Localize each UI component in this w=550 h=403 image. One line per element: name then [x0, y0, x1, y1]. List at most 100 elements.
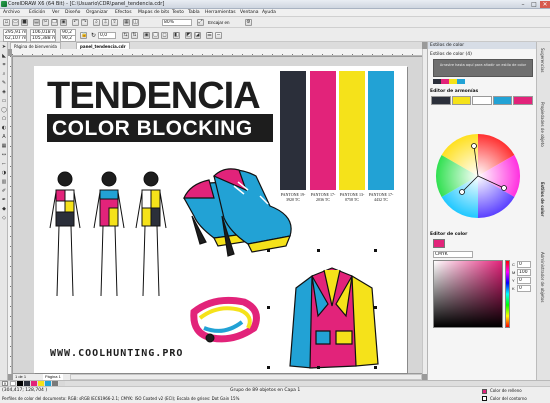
crop-tool-icon[interactable]: ⌗: [1, 62, 7, 68]
menu-tabla[interactable]: Tabla: [188, 10, 200, 15]
maximize-button[interactable]: □: [529, 1, 539, 8]
undo-icon[interactable]: ↶: [72, 19, 79, 26]
harmony-swatch[interactable]: [451, 96, 472, 105]
menu-ayuda[interactable]: Ayuda: [262, 10, 276, 15]
group-icon[interactable]: ▣: [143, 32, 150, 39]
color-model-select[interactable]: CMYK: [433, 251, 473, 258]
fill-tool-icon[interactable]: ◆: [1, 206, 7, 212]
to-back-icon[interactable]: ◪: [194, 32, 201, 39]
tab-document[interactable]: panel_tendencia.cdr: [76, 42, 130, 49]
welcome-screen-icon[interactable]: ◫: [132, 19, 139, 26]
side-tab-hints[interactable]: Sugerencias: [540, 48, 545, 72]
connector-tool-icon[interactable]: ⌐: [1, 161, 7, 167]
side-tab-object-properties[interactable]: Propiedades de objeto: [540, 102, 545, 147]
full-screen-icon[interactable]: ⤢: [197, 19, 204, 26]
polygon-tool-icon[interactable]: ⬠: [1, 116, 7, 122]
text-tool-icon[interactable]: A: [1, 134, 7, 140]
import-icon[interactable]: ⇩: [102, 19, 109, 26]
close-button[interactable]: ✕: [540, 1, 550, 8]
style-chip[interactable]: [449, 79, 457, 84]
paste-icon[interactable]: ▣: [60, 19, 67, 26]
menu-herramientas[interactable]: Herramientas: [205, 10, 236, 15]
rectangle-tool-icon[interactable]: ▭: [1, 98, 7, 104]
hue-slider[interactable]: [505, 260, 510, 328]
freehand-tool-icon[interactable]: ✎: [1, 80, 7, 86]
menu-mapas-de-bits[interactable]: Mapas de bits: [138, 10, 169, 15]
color-harmony-wheel[interactable]: [433, 131, 523, 221]
app-launcher-icon[interactable]: ▦: [123, 19, 130, 26]
pick-tool-icon[interactable]: ➤: [1, 44, 7, 50]
mirror-vertical-icon[interactable]: ⇅: [131, 32, 138, 39]
outline-color-indicator[interactable]: [482, 396, 487, 401]
drawing-workspace[interactable]: TENDENCIA COLOR BLOCKING PANTONE 19-3920…: [13, 57, 422, 373]
channel-m-field[interactable]: 100: [517, 269, 531, 276]
harmony-swatch[interactable]: [492, 96, 513, 105]
object-height-field[interactable]: 105,388 mm: [30, 35, 56, 42]
menu-organizar[interactable]: Organizar: [86, 10, 108, 15]
export-icon[interactable]: ⇧: [111, 19, 118, 26]
blend-tool-icon[interactable]: ◑: [1, 170, 7, 176]
align-distribute-icon[interactable]: ☰: [206, 32, 213, 39]
harmony-swatch[interactable]: [472, 96, 492, 105]
outline-width-icon[interactable]: ─: [215, 32, 222, 39]
new-document-icon[interactable]: ▫: [3, 19, 10, 26]
zoom-level-select[interactable]: 80%: [162, 19, 192, 26]
vertical-ruler[interactable]: [8, 56, 12, 374]
table-tool-icon[interactable]: ▦: [1, 143, 7, 149]
save-icon[interactable]: ■: [21, 19, 28, 26]
copy-icon[interactable]: ❐: [51, 19, 58, 26]
fill-color-indicator[interactable]: [482, 389, 487, 394]
mirror-horizontal-icon[interactable]: ⇆: [122, 32, 129, 39]
ungroup-all-icon[interactable]: ◻: [161, 32, 168, 39]
side-tab-color-styles[interactable]: Estilos de color: [540, 182, 545, 216]
transparency-tool-icon[interactable]: ▥: [1, 179, 7, 185]
style-chip[interactable]: [457, 79, 465, 84]
print-icon[interactable]: ▤: [33, 19, 40, 26]
redo-icon[interactable]: ↷: [81, 19, 88, 26]
drop-zone[interactable]: Arrastre hasta aquí para añadir un estil…: [433, 59, 533, 77]
open-icon[interactable]: ▭: [12, 19, 19, 26]
channel-y-field[interactable]: 0: [517, 277, 531, 284]
combine-icon[interactable]: ◧: [173, 32, 180, 39]
rotation-angle-field[interactable]: 0,0: [98, 32, 116, 39]
menu-efectos[interactable]: Efectos: [115, 10, 132, 15]
side-tab-object-manager[interactable]: Administrador de objetos: [540, 252, 545, 302]
scale-y-field[interactable]: 90,2: [60, 35, 76, 42]
ungroup-icon[interactable]: ▢: [152, 32, 159, 39]
outline-pen-icon[interactable]: ✒: [1, 197, 7, 203]
options-icon[interactable]: ⚙: [245, 19, 252, 26]
snap-to-dropdown[interactable]: Encajar en: [208, 20, 230, 25]
horizontal-ruler[interactable]: [12, 49, 422, 56]
to-front-icon[interactable]: ◩: [185, 32, 192, 39]
document-page[interactable]: TENDENCIA COLOR BLOCKING PANTONE 19-3920…: [34, 66, 407, 373]
ellipse-tool-icon[interactable]: ◯: [1, 107, 7, 113]
interactive-fill-icon[interactable]: ◇: [1, 215, 7, 221]
zoom-tool-icon[interactable]: ⌕: [1, 71, 7, 77]
style-chip[interactable]: [433, 79, 441, 84]
color-profile-status[interactable]: Perfiles de color del documento: RGB: sR…: [2, 396, 239, 401]
basic-shapes-icon[interactable]: ◐: [1, 125, 7, 131]
menu-archivo[interactable]: Archivo: [3, 10, 20, 15]
cut-icon[interactable]: ✂: [42, 19, 49, 26]
style-chip[interactable]: [441, 79, 449, 84]
channel-c-field[interactable]: 0: [517, 261, 531, 268]
website-url-text[interactable]: WWW.COOLHUNTING.PRO: [50, 348, 183, 359]
y-position-field[interactable]: 62,107 mm: [3, 35, 27, 42]
menu-ventana[interactable]: Ventana: [240, 10, 258, 15]
minimize-button[interactable]: –: [518, 1, 528, 8]
menu-diseno[interactable]: Diseño: [65, 10, 80, 15]
current-color-chip[interactable]: [433, 239, 445, 248]
shape-tool-icon[interactable]: ◣: [1, 53, 7, 59]
eyedropper-tool-icon[interactable]: ✐: [1, 188, 7, 194]
tab-welcome[interactable]: Página de bienvenida: [10, 42, 61, 49]
search-content-icon[interactable]: ⌕: [93, 19, 100, 26]
harmony-swatch[interactable]: [431, 96, 451, 105]
lock-ratio-icon[interactable]: 🔒: [80, 32, 87, 39]
smart-fill-icon[interactable]: ◈: [1, 89, 7, 95]
menu-edicion[interactable]: Edición: [29, 10, 45, 15]
menu-texto[interactable]: Texto: [172, 10, 184, 15]
menu-ver[interactable]: Ver: [52, 10, 59, 15]
dimension-tool-icon[interactable]: ↔: [1, 152, 7, 158]
color-picker-area[interactable]: [433, 260, 503, 328]
harmony-swatch[interactable]: [513, 96, 533, 105]
